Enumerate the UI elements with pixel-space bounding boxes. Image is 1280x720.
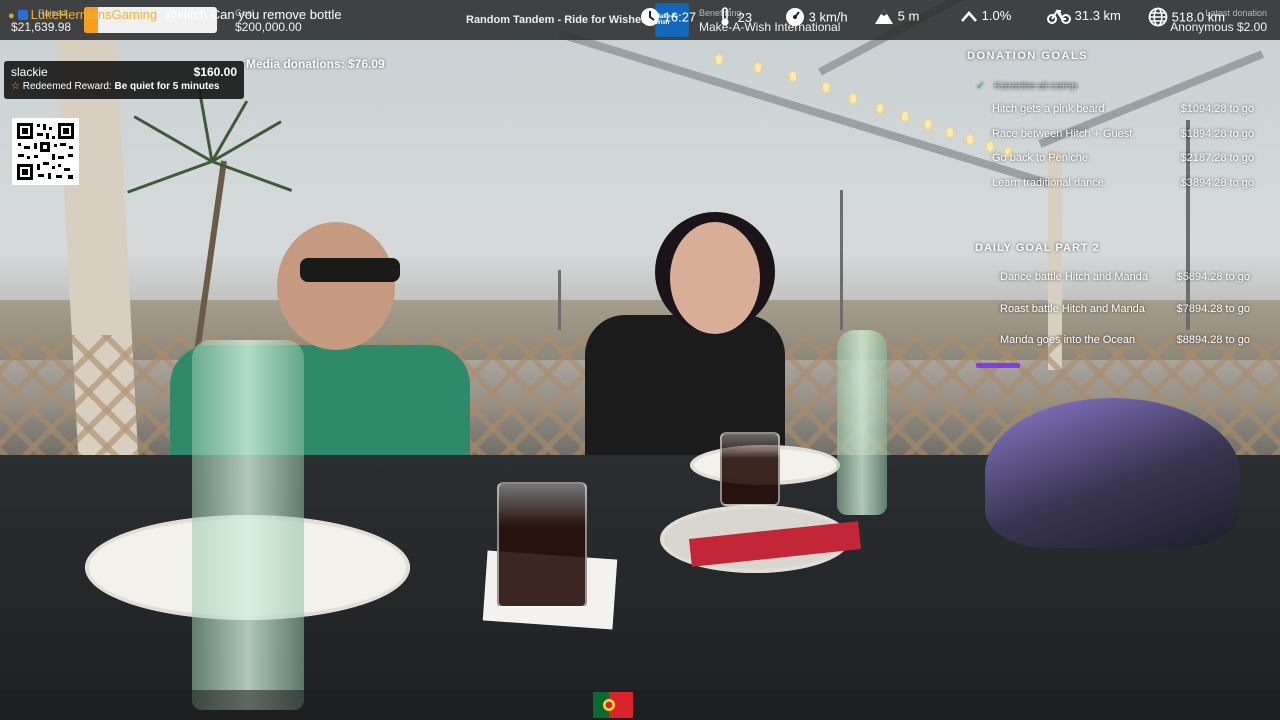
chat-message: ● LukeHermansGaming: @Hitch Can you remov… [8,7,342,22]
string-light [850,94,856,103]
donation-goal-amount: $2187.28 to go [1180,152,1254,165]
check-icon: ✓ [976,80,986,92]
svg-text:°: ° [729,8,732,14]
daily-goal-progress-bar [976,363,1020,368]
goal-completed-label: Karaoke at camp [994,80,1078,92]
star-icon: ☆ [11,81,20,92]
badge-icon: ● [8,10,15,22]
daily-goal-amount: $7894.28 to go [1176,302,1250,315]
daily-goals-title: DAILY GOAL PART 2 [975,242,1100,254]
donation-goal-amount: $1894.28 to go [1180,127,1254,140]
donation-goal-name: Race between Hitch + Guest [992,127,1133,140]
incline-stat: 1.0% [960,7,1011,23]
day-distance-value: 31.3 km [1074,8,1121,24]
time-value: 16:27 [663,9,697,25]
bottle [192,340,304,710]
day-distance-stat: 31.3 km [1047,7,1121,24]
reward-prefix: Redeemed Reward: [22,81,112,92]
raised-amount: $21,639.98 [11,20,72,34]
speed-value: 3 km/h [808,9,848,25]
temperature-stat: ° 23 [718,7,752,27]
daily-goal-name: Roast battle Hitch and Manda [1000,302,1145,315]
sunglasses [300,258,400,282]
palm-frond [126,160,213,194]
daily-goal-amount: $8894.28 to go [1176,334,1250,346]
qr-code-icon [12,118,79,185]
stream-title: Random Tandem - Ride for Wishes [466,14,648,26]
daily-goal-name: Dance battle Hitch and Manda [1000,271,1148,283]
altitude-value: 5 m [897,8,920,24]
person-left-head [277,222,395,350]
string-light [823,83,829,92]
altitude-stat: 5 m [874,7,919,25]
string-light [790,72,796,81]
donation-goal-name: Hitch gets a pink beard [992,103,1105,115]
string-light [902,112,908,121]
string-light [925,120,931,129]
verified-icon [17,10,28,20]
portugal-flag-icon [593,692,633,718]
donation-goal-name: Go back to Peniche [992,152,1089,165]
glass [720,432,780,506]
clock-icon [641,8,659,26]
speed-stat: 3 km/h [785,7,848,27]
string-light [716,55,722,64]
speedometer-icon [786,8,804,26]
street-lamp [840,190,843,330]
reward-alert: slackie $160.00 ☆ Redeemed Reward: Be qu… [4,61,244,99]
qr-code[interactable] [12,118,79,185]
goal-completed: ✓ Karaoke at camp [976,79,1077,92]
mountain-icon [875,9,893,24]
incline-value: 1.0% [981,8,1012,24]
palm-frond [133,115,213,163]
goal-amount: $200,000.00 [235,20,302,34]
donation-goal-name: Learn traditional dance [992,176,1104,189]
bike-helmet [985,398,1240,548]
donation-goal-amount: $1094.28 to go [1180,103,1254,115]
glass [497,482,587,608]
string-light [947,128,953,137]
time-stat: 16:27 [640,7,696,27]
reward-name: Be quiet for 5 minutes [114,81,220,92]
daily-goal-amount: $5894.28 to go [1176,271,1250,283]
donation-goal-amount: $3894.28 to go [1180,176,1254,189]
chat-username: LukeHermansGaming [30,7,158,22]
string-light [877,104,883,113]
alert-reward: ☆ Redeemed Reward: Be quiet for 5 minute… [11,81,219,92]
chat-text: @Hitch Can you remove bottle [164,7,342,22]
string-light [755,63,761,72]
person-right-head [670,222,760,334]
media-donations: Media donations: $76.09 [246,57,385,71]
temperature-value: 23 [737,9,753,25]
total-distance-stat: 518.0 km [1148,7,1225,27]
overlay-bottom-bar [0,690,1280,720]
string-light [967,135,973,144]
alert-username: slackie [11,65,48,79]
street-lamp [558,270,561,330]
string-light [987,142,993,151]
daily-goal-name: Manda goes into the Ocean [1000,334,1136,346]
bicycle-icon [1047,8,1071,24]
alert-amount: $160.00 [193,65,237,79]
donation-goals-title: DONATION GOALS [967,50,1089,62]
chevron-up-icon [961,10,977,22]
thermometer-icon: ° [721,7,732,26]
globe-icon [1148,7,1168,27]
bottle [837,330,887,515]
total-distance-value: 518.0 km [1171,9,1226,25]
